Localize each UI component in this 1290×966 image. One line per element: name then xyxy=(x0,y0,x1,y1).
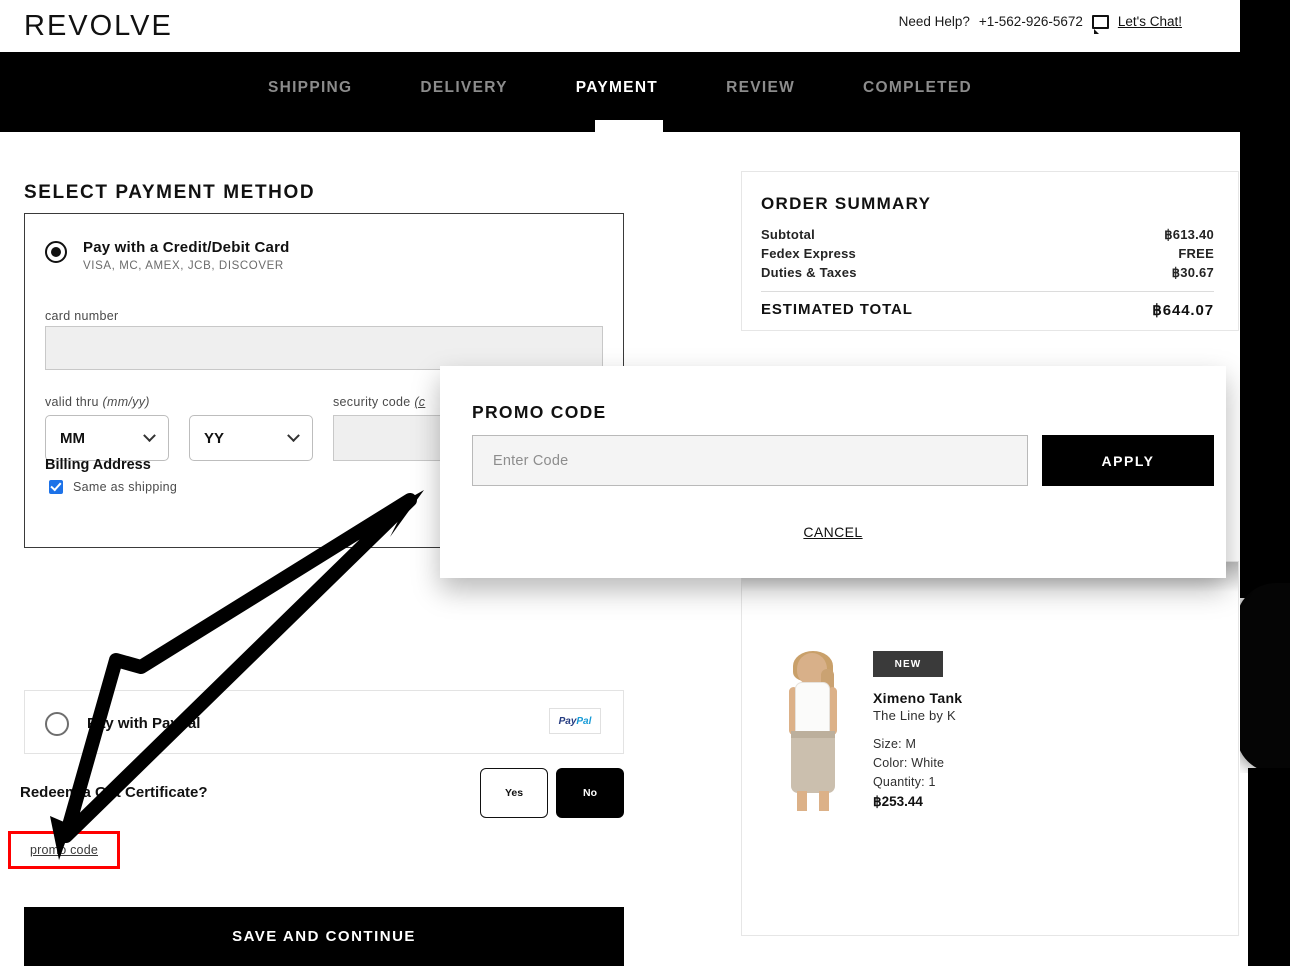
new-badge: NEW xyxy=(873,651,943,677)
promo-code-link[interactable]: promo code xyxy=(30,843,98,857)
summary-value-subtotal: ฿613.40 xyxy=(1164,227,1214,242)
credit-card-option-title: Pay with a Credit/Debit Card xyxy=(83,239,290,256)
summary-row-shipping: Fedex Express FREE xyxy=(761,244,1214,263)
paypal-option-title: Pay with Paypal xyxy=(87,714,201,732)
window-chrome-right-middle xyxy=(1240,150,1290,598)
promo-code-input[interactable]: Enter Code xyxy=(472,435,1028,486)
credit-card-radio-selected[interactable] xyxy=(45,241,67,263)
promo-modal-title: PROMO CODE xyxy=(472,402,607,422)
expiry-year-value: YY xyxy=(204,429,225,447)
same-as-shipping-checkbox[interactable] xyxy=(49,480,63,494)
paypal-radio-unselected[interactable] xyxy=(45,712,69,736)
page-title: SELECT PAYMENT METHOD xyxy=(24,182,316,203)
order-item-details: NEW Ximeno Tank The Line by K Size: M Co… xyxy=(873,651,962,811)
summary-value-duties: ฿30.67 xyxy=(1171,265,1214,280)
order-items-panel: NEW Ximeno Tank The Line by K Size: M Co… xyxy=(741,561,1239,936)
estimated-total-value: ฿644.07 xyxy=(1152,302,1214,319)
promo-code-modal: PROMO CODE Enter Code APPLY CANCEL xyxy=(440,366,1226,578)
active-step-indicator xyxy=(595,120,663,132)
card-number-input[interactable] xyxy=(45,326,603,370)
paypal-radio-row[interactable]: Pay with Paypal xyxy=(45,710,200,736)
site-header: REVOLVE Need Help? +1-562-926-5672 Let's… xyxy=(0,0,1240,52)
save-and-continue-button[interactable]: SAVE AND CONTINUE xyxy=(24,907,624,966)
product-name[interactable]: Ximeno Tank xyxy=(873,690,962,706)
lets-chat-link[interactable]: Let's Chat! xyxy=(1118,14,1182,29)
security-code-label: security code (c xyxy=(333,395,426,409)
step-delivery[interactable]: DELIVERY xyxy=(386,79,541,97)
promo-apply-button[interactable]: APPLY xyxy=(1042,435,1214,486)
summary-divider xyxy=(761,291,1214,292)
help-area: Need Help? +1-562-926-5672 Let's Chat! xyxy=(898,14,1182,34)
summary-row-subtotal: Subtotal ฿613.40 xyxy=(761,225,1214,244)
promo-cancel-row[interactable]: CANCEL xyxy=(440,524,1226,540)
page-root: REVOLVE Need Help? +1-562-926-5672 Let's… xyxy=(0,0,1290,966)
credit-card-radio-row[interactable]: Pay with a Credit/Debit Card VISA, MC, A… xyxy=(45,239,289,272)
chevron-down-icon xyxy=(143,428,156,442)
gift-certificate-no-button[interactable]: No xyxy=(556,768,624,818)
window-chrome-right-top xyxy=(1240,0,1290,150)
order-summary-panel: ORDER SUMMARY Subtotal ฿613.40 Fedex Exp… xyxy=(741,171,1239,331)
product-thumbnail-image[interactable] xyxy=(781,651,845,811)
chevron-down-icon xyxy=(287,428,300,442)
product-attributes: Size: M Color: White Quantity: 1 xyxy=(873,735,962,792)
product-size: Size: M xyxy=(873,737,917,751)
gift-certificate-yes-button[interactable]: Yes xyxy=(480,768,548,818)
expiry-month-select[interactable]: MM xyxy=(45,415,169,461)
step-review[interactable]: REVIEW xyxy=(692,79,829,97)
paypal-payment-option[interactable]: Pay with Paypal Pay Pal xyxy=(24,690,624,754)
paypal-logo-icon: Pay Pal xyxy=(549,708,601,734)
product-color: Color: White xyxy=(873,756,945,770)
gift-certificate-question: Redeem a Gift Certificate? xyxy=(20,784,208,801)
window-chrome-overlay-blob xyxy=(1236,583,1290,773)
summary-label-duties: Duties & Taxes xyxy=(761,265,857,280)
summary-row-total: ESTIMATED TOTAL ฿644.07 xyxy=(761,301,1214,319)
valid-thru-label: valid thru (mm/yy) xyxy=(45,395,150,409)
same-as-shipping-row[interactable]: Same as shipping xyxy=(49,480,177,494)
summary-value-shipping: FREE xyxy=(1178,246,1214,261)
window-chrome-bottom-block xyxy=(1248,768,1290,966)
card-number-label: card number xyxy=(45,309,119,323)
estimated-total-label: ESTIMATED TOTAL xyxy=(761,301,913,318)
expiry-month-value: MM xyxy=(60,429,85,447)
promo-code-link-highlight: promo code xyxy=(8,831,120,869)
chat-bubble-icon[interactable] xyxy=(1091,14,1109,34)
promo-cancel-link[interactable]: CANCEL xyxy=(803,524,862,540)
support-phone-number[interactable]: +1-562-926-5672 xyxy=(979,14,1083,29)
summary-label-shipping: Fedex Express xyxy=(761,246,857,261)
promo-code-placeholder: Enter Code xyxy=(493,452,569,469)
order-item-row[interactable]: NEW Ximeno Tank The Line by K Size: M Co… xyxy=(781,651,962,811)
expiry-year-select[interactable]: YY xyxy=(189,415,313,461)
need-help-label: Need Help? xyxy=(898,14,970,29)
credit-card-accepted-brands: VISA, MC, AMEX, JCB, DISCOVER xyxy=(83,260,284,272)
product-quantity: Quantity: 1 xyxy=(873,775,936,789)
step-payment[interactable]: PAYMENT xyxy=(542,79,692,97)
product-price: ฿253.44 xyxy=(873,794,923,809)
step-shipping[interactable]: SHIPPING xyxy=(234,79,386,97)
revolve-logo[interactable]: REVOLVE xyxy=(24,10,173,43)
summary-row-duties: Duties & Taxes ฿30.67 xyxy=(761,263,1214,282)
product-brand: The Line by K xyxy=(873,708,956,723)
same-as-shipping-label: Same as shipping xyxy=(73,480,178,494)
step-completed[interactable]: COMPLETED xyxy=(829,79,1006,97)
billing-address-title: Billing Address xyxy=(45,457,151,473)
order-summary-title: ORDER SUMMARY xyxy=(761,194,932,213)
summary-label-subtotal: Subtotal xyxy=(761,227,815,242)
